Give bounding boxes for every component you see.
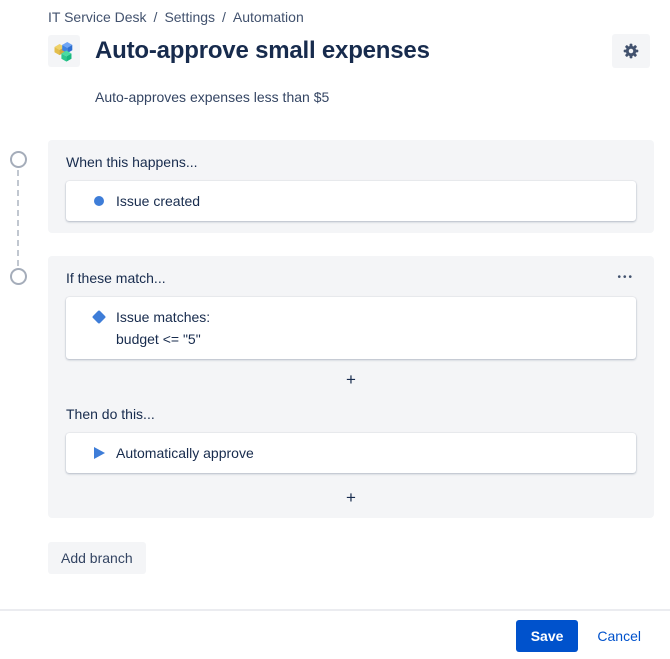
- flow-connector-dashed-line: [17, 170, 19, 266]
- breadcrumb-item-settings[interactable]: Settings: [164, 9, 215, 25]
- footer-bar: Save Cancel: [0, 609, 670, 659]
- condition-heading: If these match...: [66, 270, 166, 286]
- settings-button[interactable]: [612, 34, 650, 68]
- condition-card-line-1: Issue matches:: [116, 309, 211, 325]
- automation-rule-cubes-icon: [48, 35, 80, 67]
- action-heading: Then do this...: [66, 406, 155, 422]
- condition-card-issue-matches[interactable]: Issue matches: budget <= "5": [66, 297, 636, 359]
- breadcrumb: IT Service Desk / Settings / Automation: [0, 0, 670, 26]
- trigger-dot-icon: [91, 190, 107, 212]
- rule-builder: When this happens... Issue created If th…: [0, 140, 670, 518]
- more-options-button[interactable]: •••: [615, 268, 636, 288]
- action-card-automatically-approve[interactable]: Automatically approve: [66, 433, 636, 473]
- trigger-section: When this happens... Issue created: [48, 140, 654, 233]
- action-play-icon: [91, 442, 107, 464]
- gear-icon: [621, 41, 641, 61]
- breadcrumb-separator: /: [222, 9, 226, 25]
- flow-node-condition: [10, 268, 27, 285]
- flow-node-trigger: [10, 151, 27, 168]
- save-button[interactable]: Save: [515, 620, 579, 652]
- ellipsis-icon: •••: [617, 272, 634, 283]
- trigger-card-issue-created[interactable]: Issue created: [66, 181, 636, 221]
- condition-diamond-icon: [91, 306, 107, 328]
- cancel-link[interactable]: Cancel: [597, 628, 641, 644]
- condition-card-line-2: budget <= "5": [116, 331, 201, 347]
- breadcrumb-item-project[interactable]: IT Service Desk: [48, 9, 147, 25]
- add-branch-button[interactable]: Add branch: [48, 542, 146, 574]
- rule-description: Auto-approves expenses less than $5: [95, 89, 330, 105]
- breadcrumb-item-automation[interactable]: Automation: [233, 9, 304, 25]
- page-title: Auto-approve small expenses: [95, 37, 430, 64]
- action-card-label: Automatically approve: [116, 445, 254, 461]
- condition-action-section: If these match... ••• Issue matches: bud…: [48, 256, 654, 518]
- add-condition-button[interactable]: +: [338, 370, 364, 390]
- trigger-heading: When this happens...: [66, 154, 198, 170]
- trigger-card-label: Issue created: [116, 193, 201, 209]
- breadcrumb-separator: /: [153, 9, 158, 25]
- add-action-button[interactable]: +: [338, 488, 364, 508]
- page-header: Auto-approve small expenses: [0, 34, 670, 68]
